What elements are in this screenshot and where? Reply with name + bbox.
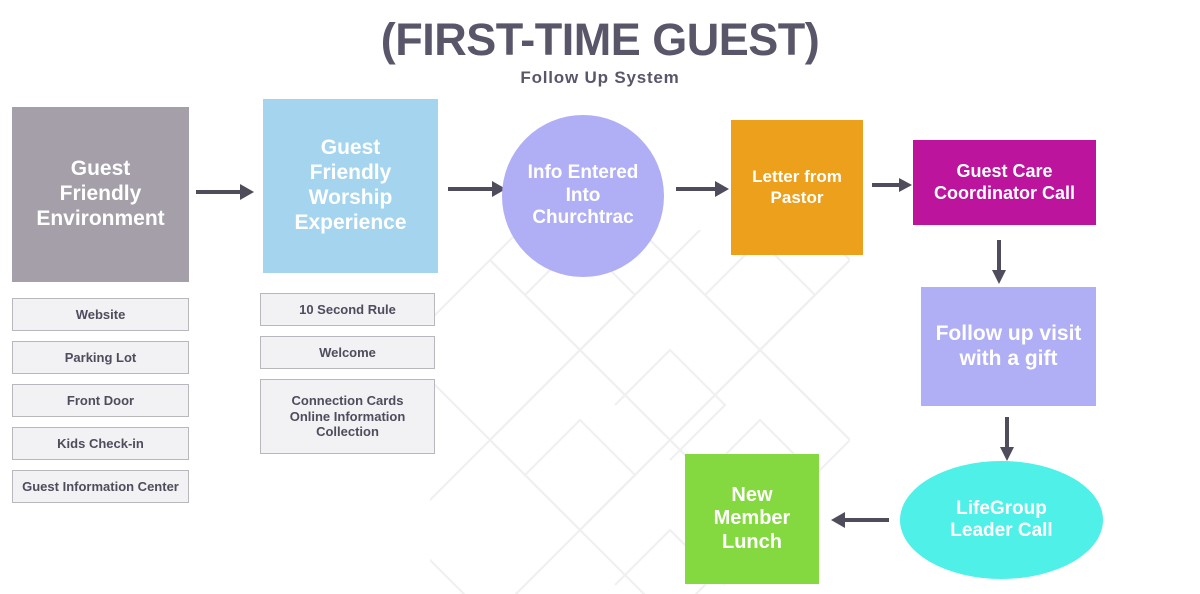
node-info-entered-into-churchtrac[interactable]: Info Entered Into Churchtrac xyxy=(502,115,664,277)
chip-website[interactable]: Website xyxy=(12,298,189,331)
node-label: LifeGroup Leader Call xyxy=(950,497,1053,541)
chip-label: Front Door xyxy=(66,392,135,408)
page-title: (FIRST-TIME GUEST) xyxy=(380,14,820,65)
node-label: Follow up visit with a gift xyxy=(935,321,1082,370)
arrow-follow-up-to-lifegroup xyxy=(997,417,1017,462)
chip-kids-check-in[interactable]: Kids Check-in xyxy=(12,427,189,460)
arrow-environment-to-worship xyxy=(196,182,256,202)
flowchart-canvas: (FIRST-TIME GUEST) Follow Up System Gues… xyxy=(0,0,1200,594)
node-label: Info Entered Into Churchtrac xyxy=(527,162,639,229)
arrow-churchtrac-to-letter xyxy=(676,179,731,199)
chip-front-door[interactable]: Front Door xyxy=(12,384,189,417)
node-guest-friendly-worship-experience[interactable]: Guest Friendly Worship Experience xyxy=(263,99,438,273)
chip-label: Kids Check-in xyxy=(57,435,144,451)
node-label: Guest Friendly Environment xyxy=(36,157,165,230)
page-subtitle: Follow Up System xyxy=(520,68,680,87)
node-follow-up-visit-with-a-gift[interactable]: Follow up visit with a gift xyxy=(921,287,1096,406)
arrow-lifegroup-to-lunch xyxy=(827,510,889,530)
node-guest-care-coordinator-call[interactable]: Guest Care Coordinator Call xyxy=(913,140,1096,225)
chip-label: Connection Cards Online Information Coll… xyxy=(289,392,406,440)
chip-guest-information-center[interactable]: Guest Information Center xyxy=(12,470,189,503)
node-label: Letter from Pastor xyxy=(752,167,842,207)
node-guest-friendly-environment[interactable]: Guest Friendly Environment xyxy=(12,107,189,282)
arrow-letter-to-guest-care xyxy=(872,175,914,195)
arrow-guest-care-to-follow-up xyxy=(989,240,1009,285)
node-label: Guest Care Coordinator Call xyxy=(933,161,1075,203)
node-letter-from-pastor[interactable]: Letter from Pastor xyxy=(731,120,863,255)
node-label: Guest Friendly Worship Experience xyxy=(294,136,407,234)
chip-label: Website xyxy=(75,306,126,322)
chip-10-second-rule[interactable]: 10 Second Rule xyxy=(260,293,435,326)
chip-label: Welcome xyxy=(319,344,376,360)
node-lifegroup-leader-call[interactable]: LifeGroup Leader Call xyxy=(900,461,1103,579)
node-new-member-lunch[interactable]: New Member Lunch xyxy=(685,454,819,584)
chip-label: Guest Information Center xyxy=(22,478,179,494)
chip-connection-cards[interactable]: Connection Cards Online Information Coll… xyxy=(260,379,435,454)
chip-label: 10 Second Rule xyxy=(299,301,396,317)
arrow-worship-to-churchtrac xyxy=(448,179,508,199)
node-label: New Member Lunch xyxy=(713,483,791,553)
chip-label: Parking Lot xyxy=(64,349,137,365)
chip-welcome[interactable]: Welcome xyxy=(260,336,435,369)
chip-parking-lot[interactable]: Parking Lot xyxy=(12,341,189,374)
